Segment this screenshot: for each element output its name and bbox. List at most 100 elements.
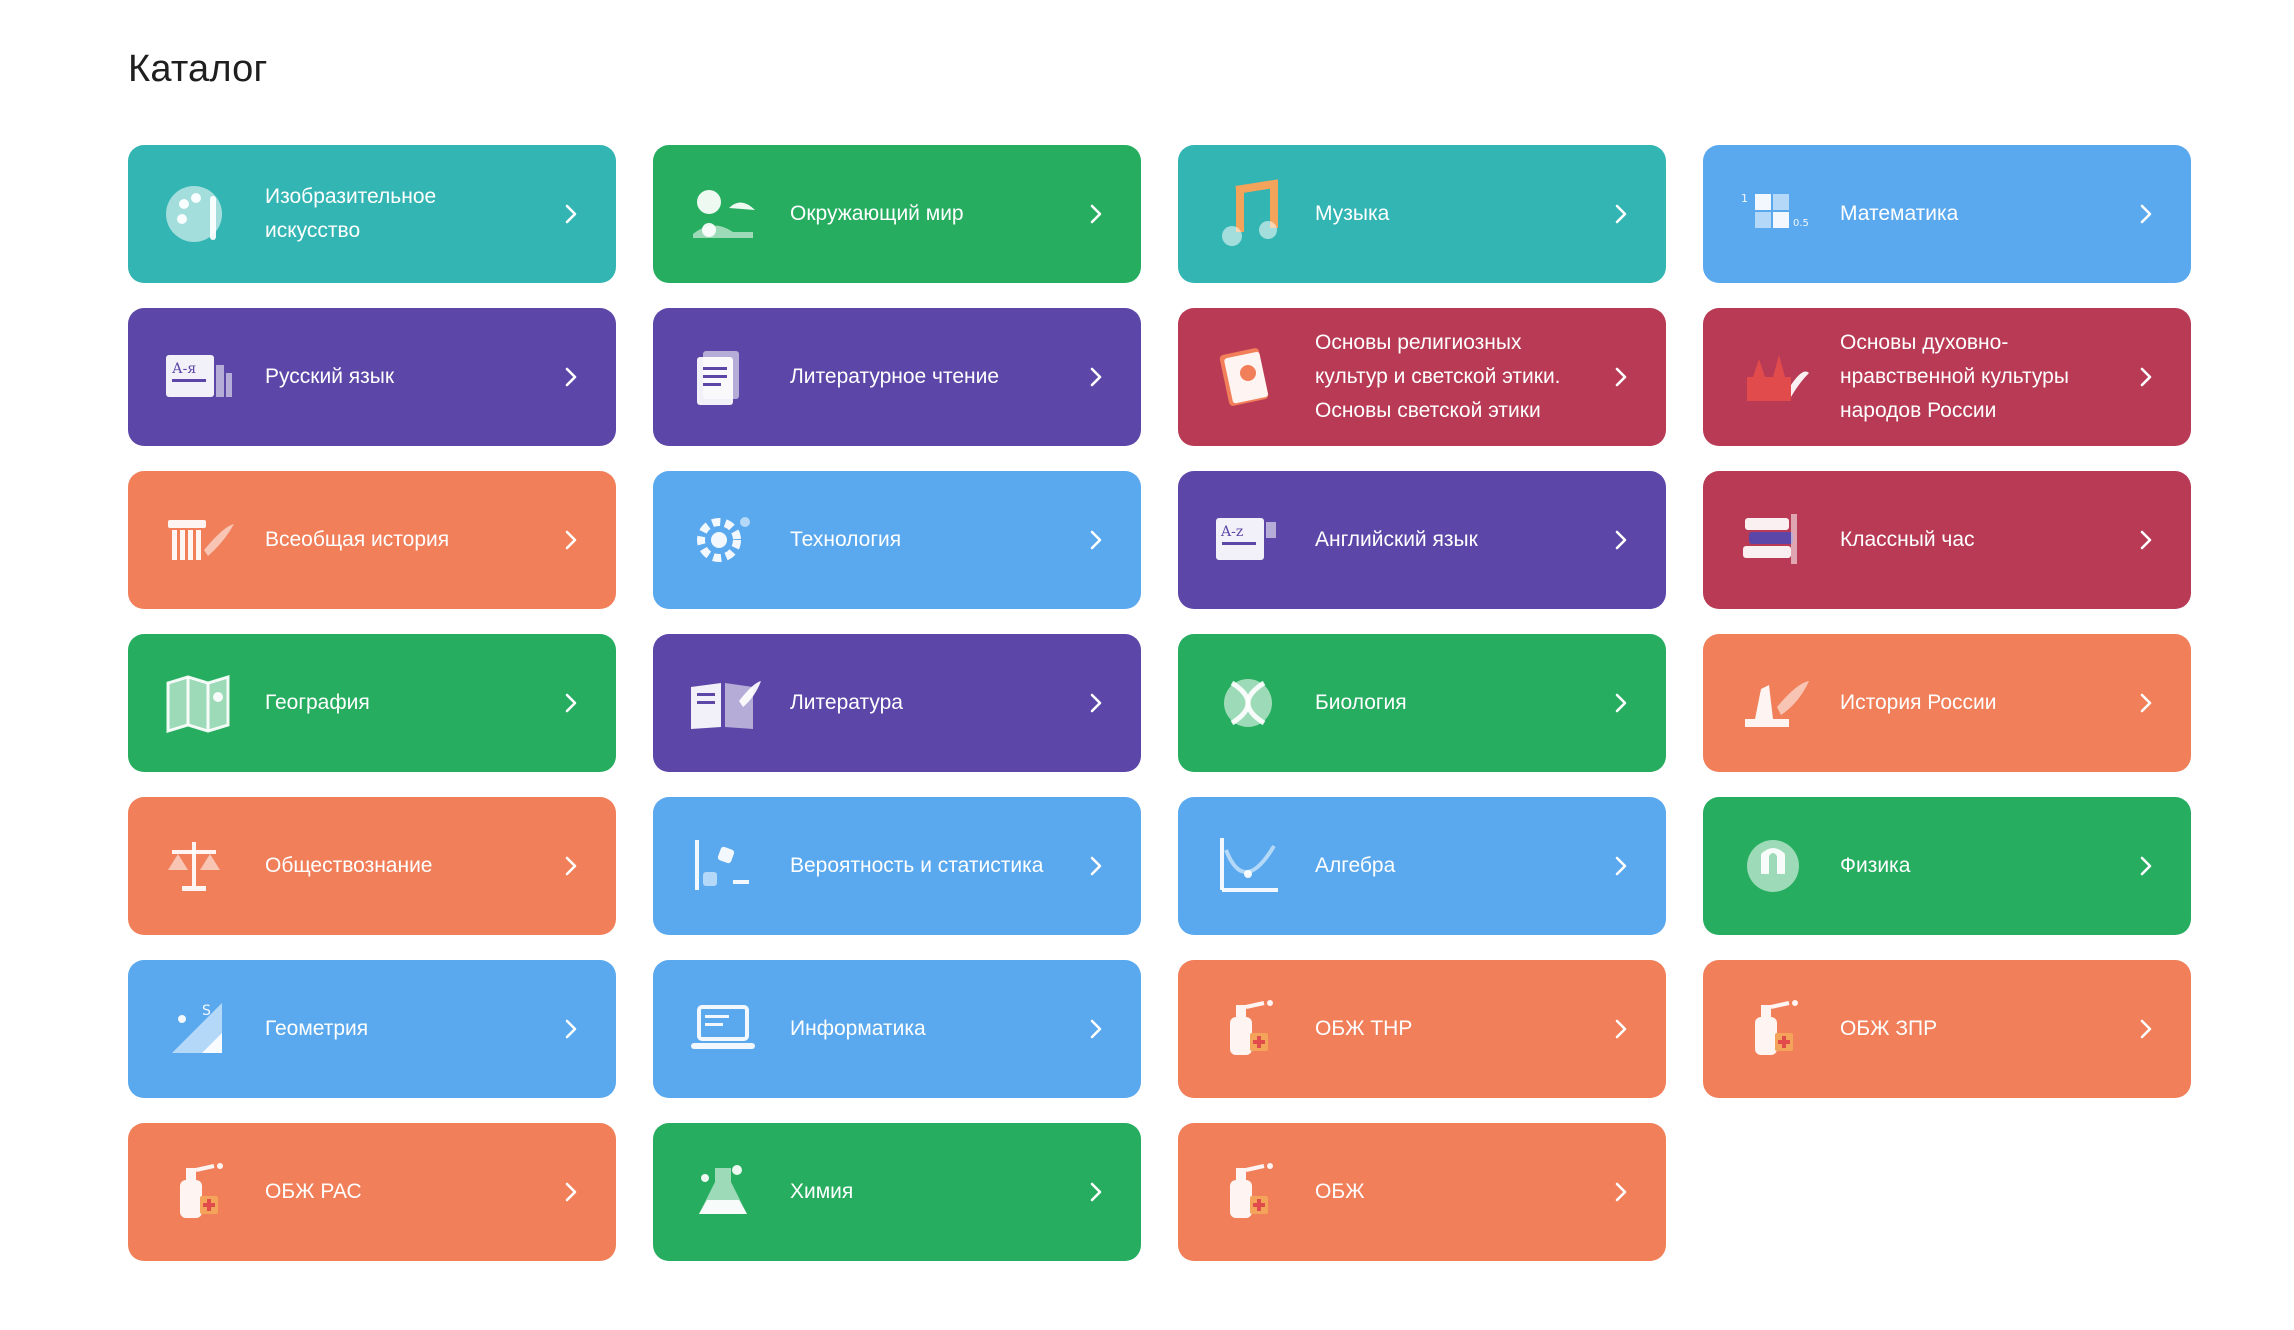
chevron-right-icon bbox=[1610, 203, 1632, 225]
chevron-right-icon bbox=[560, 1018, 582, 1040]
catalog-card[interactable]: A-z Английский язык bbox=[1178, 471, 1666, 609]
chevron-right-icon bbox=[1085, 529, 1107, 551]
catalog-card[interactable]: История России bbox=[1703, 634, 2191, 772]
catalog-card-label: Всеобщая история bbox=[265, 528, 450, 551]
chevron-right-icon bbox=[1610, 1181, 1632, 1203]
russian-alphabet-icon: А-я bbox=[158, 337, 238, 417]
chevron-right-icon bbox=[1085, 1018, 1107, 1040]
english-alphabet-icon: A-z bbox=[1208, 500, 1288, 580]
catalog-card[interactable]: 1 0.5 Математика bbox=[1703, 145, 2191, 283]
catalog-card-label: Геометрия bbox=[265, 1017, 369, 1040]
chevron-right-icon bbox=[2135, 855, 2157, 877]
chevron-right-icon bbox=[1610, 366, 1632, 388]
catalog-card[interactable]: ОБЖ ЗПР bbox=[1703, 960, 2191, 1098]
music-note-icon bbox=[1208, 174, 1288, 254]
svg-text:S: S bbox=[202, 1003, 211, 1019]
catalog-card[interactable]: Вероятность и статистика bbox=[653, 797, 1141, 935]
catalog-card[interactable]: Основы религиозных культур и светской эт… bbox=[1178, 308, 1666, 446]
chevron-right-icon bbox=[560, 1181, 582, 1203]
document-icon bbox=[683, 337, 763, 417]
dice-chart-icon bbox=[683, 826, 763, 906]
scales-icon bbox=[158, 826, 238, 906]
chevron-right-icon bbox=[1610, 692, 1632, 714]
catalog-card-label: ОБЖ ЗПР bbox=[1840, 1017, 1938, 1040]
chevron-right-icon bbox=[560, 855, 582, 877]
catalog-card[interactable]: Химия bbox=[653, 1123, 1141, 1261]
map-icon bbox=[158, 663, 238, 743]
catalog-card[interactable]: Изобразительное искусство bbox=[128, 145, 616, 283]
svg-text:0.5: 0.5 bbox=[1793, 218, 1809, 229]
catalog-card-label: Основы духовно- нравственной культуры на… bbox=[1840, 331, 2069, 422]
catalog-card[interactable]: Алгебра bbox=[1178, 797, 1666, 935]
fire-extinguisher-icon bbox=[1208, 989, 1288, 1069]
catalog-card-label: Химия bbox=[790, 1180, 854, 1203]
catalog-card[interactable]: География bbox=[128, 634, 616, 772]
catalog-card-label: История России bbox=[1840, 691, 1997, 714]
catalog-card-label: Изобразительное искусство bbox=[265, 185, 437, 242]
catalog-card[interactable]: ОБЖ РАС bbox=[128, 1123, 616, 1261]
catalog-card[interactable]: А-я Русский язык bbox=[128, 308, 616, 446]
catalog-card-label: Математика bbox=[1840, 202, 1959, 225]
math-blocks-icon: 1 0.5 bbox=[1733, 174, 1813, 254]
column-icon bbox=[158, 500, 238, 580]
open-book-icon bbox=[683, 663, 763, 743]
catalog-card-label: Обществознание bbox=[265, 854, 433, 877]
gear-icon bbox=[683, 500, 763, 580]
fire-extinguisher-icon bbox=[1208, 1152, 1288, 1232]
catalog-card[interactable]: Технология bbox=[653, 471, 1141, 609]
chevron-right-icon bbox=[2135, 529, 2157, 551]
svg-text:A-z: A-z bbox=[1220, 524, 1243, 540]
palette-icon bbox=[158, 174, 238, 254]
catalog-card-label: ОБЖ ТНР bbox=[1315, 1017, 1413, 1040]
catalog-card[interactable]: Основы духовно- нравственной культуры на… bbox=[1703, 308, 2191, 446]
catalog-card[interactable]: Литература bbox=[653, 634, 1141, 772]
ruler-triangle-icon: S bbox=[158, 989, 238, 1069]
graph-icon bbox=[1208, 826, 1288, 906]
svg-text:А-я: А-я bbox=[172, 361, 196, 377]
catalog-card[interactable]: Всеобщая история bbox=[128, 471, 616, 609]
catalog-card-label: Основы религиозных культур и светской эт… bbox=[1315, 331, 1561, 422]
catalog-card-label: Литература bbox=[790, 691, 903, 714]
catalog-card-label: Русский язык bbox=[265, 365, 395, 388]
catalog-card-label: Литературное чтение bbox=[790, 365, 1000, 388]
chevron-right-icon bbox=[560, 692, 582, 714]
catalog-card[interactable]: ОБЖ bbox=[1178, 1123, 1666, 1261]
catalog-card-label: Английский язык bbox=[1315, 528, 1478, 551]
nature-icon bbox=[683, 174, 763, 254]
chevron-right-icon bbox=[1085, 366, 1107, 388]
catalog-card[interactable]: ОБЖ ТНР bbox=[1178, 960, 1666, 1098]
catalog-card-label: Алгебра bbox=[1315, 854, 1396, 877]
catalog-grid: Изобразительное искусство Окружающий мир М… bbox=[128, 145, 2191, 1261]
flask-icon bbox=[683, 1152, 763, 1232]
catalog-card-label: Классный час bbox=[1840, 528, 1975, 551]
book-icon bbox=[1208, 337, 1288, 417]
dna-icon bbox=[1208, 663, 1288, 743]
monument-icon bbox=[1733, 663, 1813, 743]
catalog-card-label: Музыка bbox=[1315, 202, 1390, 225]
catalog-card-label: Окружающий мир bbox=[790, 202, 964, 225]
chevron-right-icon bbox=[1085, 692, 1107, 714]
chevron-right-icon bbox=[560, 366, 582, 388]
catalog-card-label: Вероятность и статистика bbox=[790, 854, 1044, 877]
chevron-right-icon bbox=[2135, 203, 2157, 225]
catalog-card-label: Биология bbox=[1315, 691, 1407, 714]
catalog-card[interactable]: Окружающий мир bbox=[653, 145, 1141, 283]
fire-extinguisher-icon bbox=[1733, 989, 1813, 1069]
laptop-icon bbox=[683, 989, 763, 1069]
catalog-card[interactable]: Биология bbox=[1178, 634, 1666, 772]
catalog-card-label: Технология bbox=[790, 528, 902, 551]
catalog-card[interactable]: Физика bbox=[1703, 797, 2191, 935]
catalog-card[interactable]: Информатика bbox=[653, 960, 1141, 1098]
catalog-card-label: Физика bbox=[1840, 854, 1911, 877]
catalog-card[interactable]: Классный час bbox=[1703, 471, 2191, 609]
catalog-card[interactable]: S Геометрия bbox=[128, 960, 616, 1098]
chevron-right-icon bbox=[1085, 855, 1107, 877]
chevron-right-icon bbox=[2135, 692, 2157, 714]
catalog-card[interactable]: Музыка bbox=[1178, 145, 1666, 283]
catalog-card[interactable]: Обществознание bbox=[128, 797, 616, 935]
catalog-card-label: ОБЖ bbox=[1315, 1180, 1365, 1203]
chevron-right-icon bbox=[1610, 855, 1632, 877]
catalog-card-label: География bbox=[265, 691, 370, 714]
kremlin-icon bbox=[1733, 337, 1813, 417]
catalog-card[interactable]: Литературное чтение bbox=[653, 308, 1141, 446]
